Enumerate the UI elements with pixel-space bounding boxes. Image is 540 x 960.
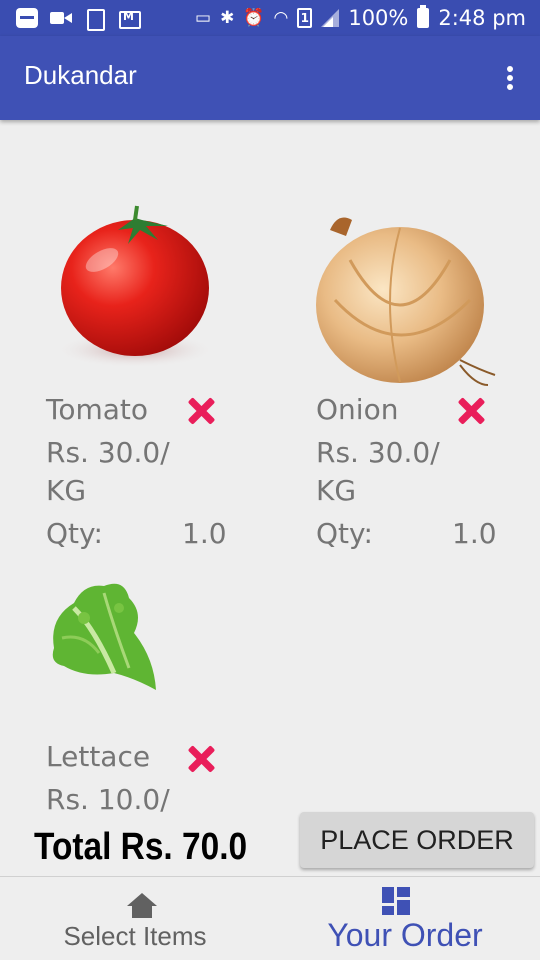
remove-item-button[interactable] — [186, 396, 216, 426]
battery-icon — [417, 5, 430, 28]
onion-image — [310, 200, 500, 390]
item-name: Lettace — [46, 740, 151, 773]
dot — [507, 84, 513, 90]
nav-your-order[interactable]: Your Order — [270, 877, 540, 960]
cast-icon: ▭ — [195, 8, 212, 28]
app-bar: Dukandar — [0, 36, 540, 120]
qty-value: 1.0 — [452, 517, 497, 550]
phone-icon — [84, 8, 106, 31]
lettuce-image — [44, 578, 164, 698]
qty-label: Qty: — [46, 517, 103, 550]
remove-item-button[interactable] — [186, 744, 216, 774]
qty-label: Qty: — [316, 517, 373, 550]
home-icon — [127, 893, 157, 919]
item-price: Rs. 30.0/ KG — [316, 436, 440, 507]
status-bar: ▭ ✱ ⏰ ◠ 1 100% 2:48 pm — [0, 0, 540, 36]
place-order-button[interactable]: PLACE ORDER — [300, 812, 534, 868]
nav-label: Select Items — [63, 921, 207, 951]
sim-icon: 1 — [297, 8, 313, 28]
order-total: Total Rs. 70.0 — [34, 826, 248, 868]
item-name: Tomato — [46, 393, 149, 426]
video-icon — [50, 8, 72, 28]
nav-select-items[interactable]: Select Items — [0, 877, 270, 960]
item-price: Rs. 10.0/ — [46, 783, 170, 816]
remove-item-button[interactable] — [456, 396, 486, 426]
battery-percent: 100% — [348, 6, 409, 30]
signal-icon — [321, 9, 340, 27]
clock: 2:48 pm — [438, 6, 526, 30]
notification-icons — [16, 8, 141, 31]
item-price: Rs. 30.0/ KG — [46, 436, 170, 507]
nav-label: Your Order — [327, 917, 483, 953]
dashboard-icon — [382, 887, 410, 915]
gmail-icon — [118, 8, 141, 29]
wifi-icon: ◠ — [273, 8, 289, 28]
message-icon — [16, 8, 38, 28]
qty-value: 1.0 — [182, 517, 227, 550]
bottom-navigation: Select Items Your Order — [0, 876, 540, 960]
overflow-menu-button[interactable] — [500, 62, 520, 94]
app-title: Dukandar — [24, 60, 137, 90]
bluetooth-icon: ✱ — [220, 8, 235, 28]
tomato-image — [40, 200, 230, 390]
alarm-icon: ⏰ — [243, 8, 265, 28]
dot — [507, 75, 513, 81]
dot — [507, 66, 513, 72]
system-icons: ▭ ✱ ⏰ ◠ 1 100% 2:48 pm — [195, 5, 526, 31]
item-name: Onion — [316, 393, 399, 426]
